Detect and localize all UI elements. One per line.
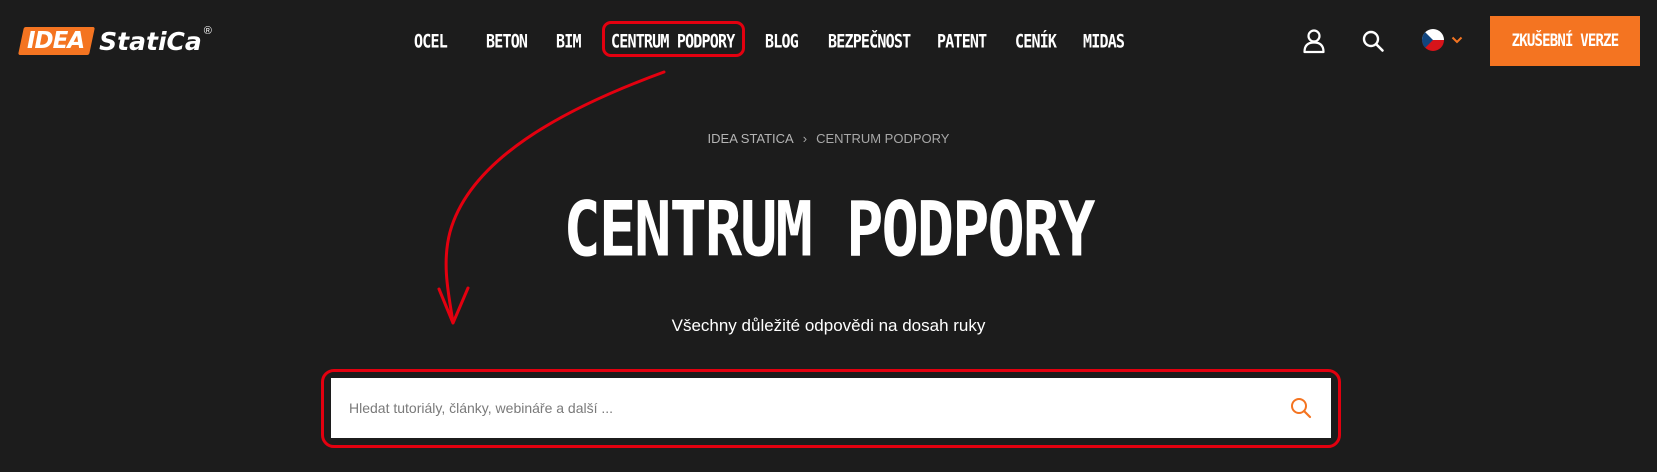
breadcrumb-separator: › bbox=[802, 131, 808, 146]
breadcrumb: IDEA STATICA › CENTRUM PODPORY bbox=[0, 131, 1657, 146]
chevron-down-icon bbox=[1451, 31, 1463, 49]
nav-item-patent[interactable]: PATENT bbox=[937, 30, 987, 53]
user-icon[interactable] bbox=[1302, 28, 1326, 54]
nav-item-midas[interactable]: MIDAS bbox=[1083, 30, 1125, 53]
nav-item-bezpecnost[interactable]: BEZPEČNOST bbox=[828, 30, 911, 53]
nav-item-beton[interactable]: BETON bbox=[486, 30, 528, 53]
breadcrumb-current: CENTRUM PODPORY bbox=[816, 131, 950, 146]
logo-mark: IDEA bbox=[18, 27, 96, 55]
czech-flag-icon bbox=[1422, 29, 1444, 51]
nav-item-bim[interactable]: BIM bbox=[556, 30, 581, 53]
search-bar bbox=[331, 378, 1331, 438]
nav-item-ocel[interactable]: OCEL bbox=[414, 30, 448, 53]
page-subtitle: Všechny důležité odpovědi na dosah ruky bbox=[671, 316, 986, 335]
search-input[interactable] bbox=[347, 387, 1251, 429]
trial-version-button[interactable]: ZKUŠEBNÍ VERZE bbox=[1490, 16, 1640, 66]
nav-item-blog[interactable]: BLOG bbox=[765, 30, 799, 53]
search-icon[interactable] bbox=[1361, 28, 1385, 54]
nav-item-cenik[interactable]: CENÍK bbox=[1015, 30, 1057, 53]
page-title: CENTRUM PODPORY bbox=[563, 184, 1096, 274]
language-selector[interactable] bbox=[1422, 29, 1463, 51]
page: IDEA StatiCa ® OCEL BETON BIM CENTRUM PO… bbox=[0, 0, 1657, 472]
logo[interactable]: IDEA StatiCa ® bbox=[18, 25, 212, 56]
registered-mark: ® bbox=[203, 25, 212, 37]
breadcrumb-home[interactable]: IDEA STATICA bbox=[708, 131, 794, 146]
search-submit-icon[interactable] bbox=[1289, 396, 1313, 420]
logo-text: StatiCa bbox=[99, 26, 202, 56]
nav-highlight-annotation bbox=[602, 21, 745, 57]
